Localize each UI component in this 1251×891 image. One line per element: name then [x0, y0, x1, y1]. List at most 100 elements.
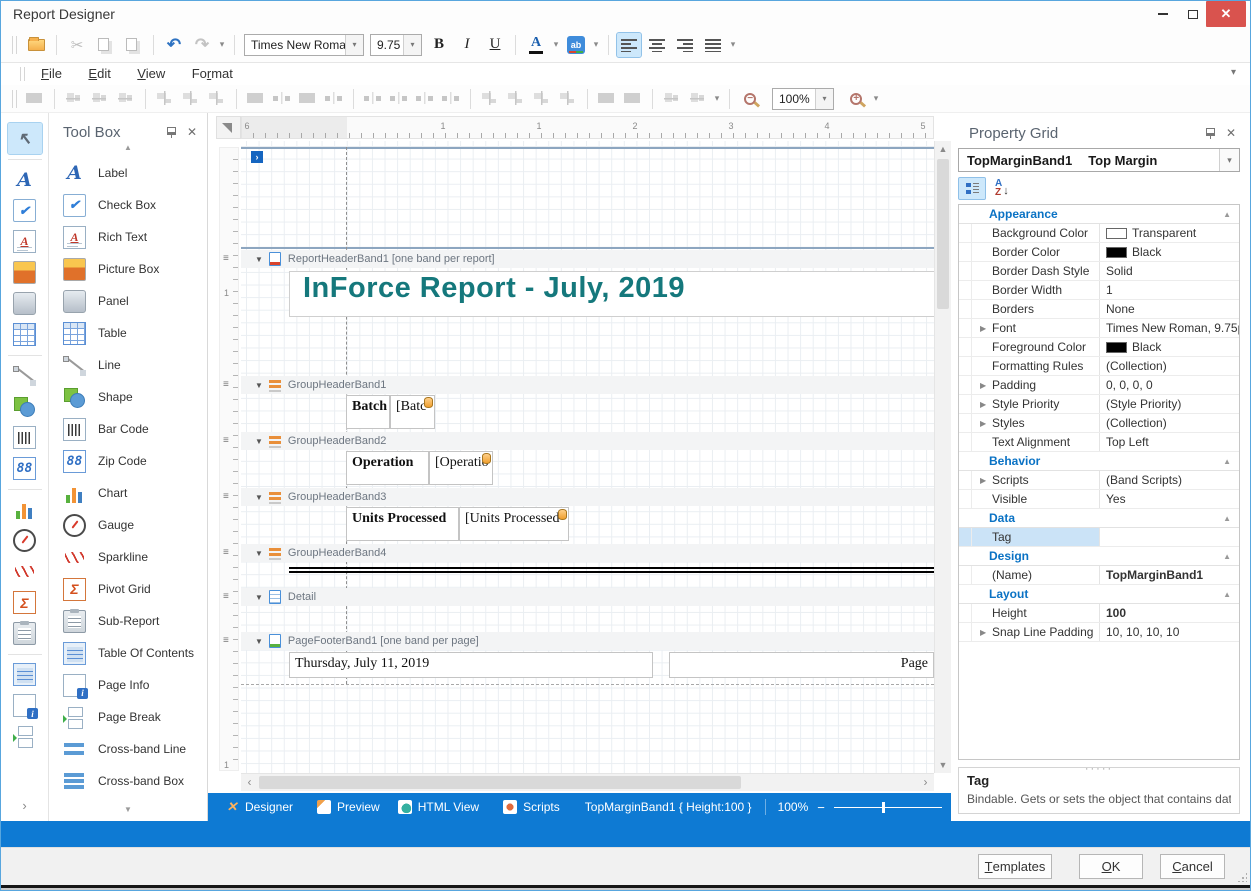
align-bottom-edges-icon[interactable]: [207, 90, 227, 107]
property-name-cell[interactable]: Border Dash Style: [972, 262, 1100, 280]
chevron-down-icon[interactable]: ▾: [1219, 149, 1239, 171]
property-name-cell[interactable]: ▶Scripts: [972, 471, 1100, 489]
collapse-triangle-icon[interactable]: ▼: [255, 381, 263, 390]
property-name-cell[interactable]: ▶Style Priority: [972, 395, 1100, 413]
remove-horizontal-spacing-icon[interactable]: [441, 90, 461, 107]
band-marker-icon[interactable]: ≡: [223, 255, 229, 263]
expand-icon[interactable]: ▶: [980, 381, 990, 390]
collapse-triangle-icon[interactable]: ▼: [255, 255, 263, 264]
font-size-combo[interactable]: 9.75 ▾: [370, 34, 422, 56]
property-value-cell[interactable]: None: [1100, 300, 1239, 318]
center-horizontally-icon[interactable]: [597, 90, 617, 107]
toolbox-item-panel[interactable]: Panel: [49, 285, 207, 317]
units-processed-label[interactable]: Units Processed: [346, 507, 459, 541]
undo-dropdown[interactable]: ▾: [216, 39, 228, 50]
scroll-down-arrow[interactable]: ▼: [935, 757, 951, 773]
band-marker-icon[interactable]: ≡: [223, 637, 229, 645]
toolbar-grip[interactable]: [12, 90, 17, 108]
property-name-cell[interactable]: Design: [972, 547, 1223, 565]
band-header-group3[interactable]: ▼ GroupHeaderBand3: [241, 488, 934, 506]
object-selector-combo[interactable]: TopMarginBand1 Top Margin ▾: [958, 148, 1240, 172]
property-name-cell[interactable]: Borders: [972, 300, 1100, 318]
decrease-horizontal-spacing-icon[interactable]: [415, 90, 435, 107]
category-collapse-icon[interactable]: ▲: [1223, 547, 1239, 565]
toolbox-scroll-up[interactable]: ▲: [49, 143, 207, 157]
separator[interactable]: [236, 89, 237, 109]
collapse-triangle-icon[interactable]: ▼: [255, 437, 263, 446]
chevron-down-icon[interactable]: ▾: [345, 35, 363, 55]
tab-designer[interactable]: Designer: [216, 800, 302, 814]
property-name-cell[interactable]: Foreground Color: [972, 338, 1100, 356]
property-value-cell[interactable]: Transparent: [1100, 224, 1239, 242]
property-row[interactable]: Layout ▲: [959, 585, 1239, 604]
font-color-dropdown[interactable]: ▾: [550, 39, 562, 50]
property-value-cell[interactable]: (Style Priority): [1100, 395, 1239, 413]
strip-sub-report-icon[interactable]: [8, 618, 42, 649]
property-grid-close-icon[interactable]: ✕: [1226, 126, 1236, 140]
strip-rich-text-icon[interactable]: A: [8, 226, 42, 257]
undo-button[interactable]: ↶: [162, 33, 186, 57]
property-row[interactable]: Tag ▲: [959, 528, 1239, 547]
menubar-grip[interactable]: [20, 67, 25, 81]
property-name-cell[interactable]: Behavior: [972, 452, 1223, 470]
property-value-cell[interactable]: 0, 0, 0, 0: [1100, 376, 1239, 394]
strip-panel-icon[interactable]: [8, 288, 42, 319]
band-header-detail[interactable]: ▼ Detail: [241, 588, 934, 606]
category-collapse-icon[interactable]: ▲: [1223, 205, 1239, 223]
property-name-cell[interactable]: Background Color: [972, 224, 1100, 242]
toolbox-scroll-down[interactable]: ▼: [49, 805, 207, 819]
cancel-button[interactable]: Cancel: [1160, 854, 1225, 879]
toolbox-item-line[interactable]: Line: [49, 349, 207, 381]
equal-horizontal-spacing-icon[interactable]: [363, 90, 383, 107]
align-centers-icon[interactable]: [90, 90, 110, 107]
expand-icon[interactable]: ▶: [980, 400, 990, 409]
property-value-cell[interactable]: (Band Scripts): [1100, 471, 1239, 489]
property-row[interactable]: Height 100 ▲: [959, 604, 1239, 623]
strip-expand-chevron[interactable]: ›: [1, 798, 48, 813]
ok-button[interactable]: OK: [1079, 854, 1143, 879]
toolbox-item-page-info[interactable]: Page Info: [49, 669, 207, 701]
toolbox-item-bar-code[interactable]: Bar Code: [49, 413, 207, 445]
align-justify-button[interactable]: [701, 33, 725, 57]
property-name-cell[interactable]: (Name): [972, 566, 1100, 584]
zoom-slider[interactable]: [834, 807, 942, 808]
size-to-control-icon[interactable]: [324, 90, 344, 107]
property-name-cell[interactable]: Data: [972, 509, 1223, 527]
maximize-button[interactable]: [1178, 1, 1208, 27]
property-row[interactable]: Data ▲: [959, 509, 1239, 528]
operation-field[interactable]: [Operatio: [429, 451, 493, 485]
separator-line-control[interactable]: [289, 567, 934, 573]
strip-sparkline-icon[interactable]: [8, 556, 42, 587]
property-value-cell[interactable]: 1: [1100, 281, 1239, 299]
align-right-button[interactable]: [673, 33, 697, 57]
font-color-button[interactable]: A: [524, 33, 548, 57]
property-row[interactable]: Appearance ▲: [959, 205, 1239, 224]
property-value-cell[interactable]: TopMarginBand1: [1100, 566, 1239, 584]
strip-gauge-icon[interactable]: [8, 525, 42, 556]
toolbox-item-rich-text[interactable]: A Rich Text: [49, 221, 207, 253]
property-value-cell[interactable]: Solid: [1100, 262, 1239, 280]
scroll-up-arrow[interactable]: ▲: [935, 141, 951, 157]
top-margin-band[interactable]: ›: [241, 147, 934, 249]
property-row[interactable]: ▶Styles (Collection) ▲: [959, 414, 1239, 433]
toolbox-item-pivot-grid[interactable]: Σ Pivot Grid: [49, 573, 207, 605]
horizontal-scroll-thumb[interactable]: [259, 776, 741, 789]
property-name-cell[interactable]: ▶Font: [972, 319, 1100, 337]
highlight-dropdown[interactable]: ▾: [590, 39, 602, 50]
expand-icon[interactable]: ▶: [980, 476, 990, 485]
strip-label-icon[interactable]: A: [8, 159, 42, 195]
strip-line-icon[interactable]: [8, 355, 42, 391]
open-button[interactable]: [24, 33, 48, 57]
collapse-triangle-icon[interactable]: ▼: [255, 637, 263, 646]
separator[interactable]: [470, 89, 471, 109]
templates-button[interactable]: Templates: [978, 854, 1052, 879]
property-name-cell[interactable]: Height: [972, 604, 1100, 622]
band-header-group1[interactable]: ▼ GroupHeaderBand1: [241, 376, 934, 394]
band-header-group2[interactable]: ▼ GroupHeaderBand2: [241, 432, 934, 450]
copy-button[interactable]: [93, 33, 117, 57]
strip-table-of-contents-icon[interactable]: [8, 654, 42, 690]
tab-scripts[interactable]: Scripts: [494, 800, 569, 814]
property-row[interactable]: Visible Yes ▲: [959, 490, 1239, 509]
redo-button[interactable]: ↷: [190, 33, 214, 57]
band-marker-icon[interactable]: ≡: [223, 493, 229, 501]
